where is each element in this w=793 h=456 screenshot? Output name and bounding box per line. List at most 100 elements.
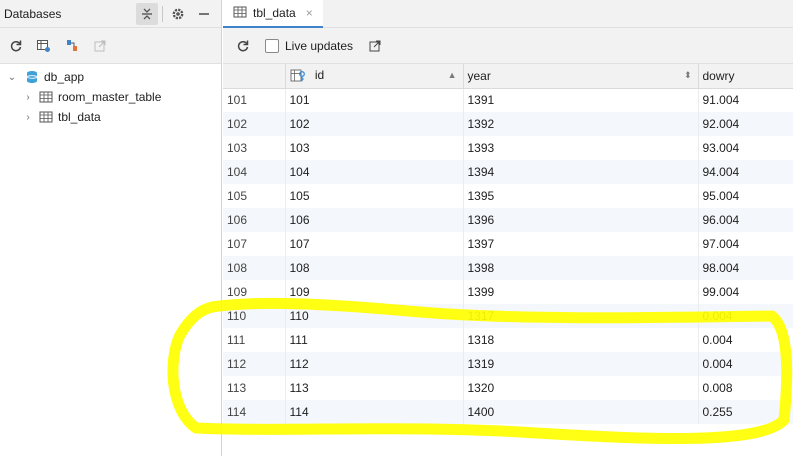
row-number-cell: 108	[223, 256, 286, 280]
cell-dowry[interactable]: 0.008	[698, 376, 793, 400]
table-row[interactable]: 104 104 1394 94.004	[223, 160, 793, 184]
cell-year[interactable]: 1318	[463, 328, 699, 352]
cell-year[interactable]: 1396	[463, 208, 699, 232]
tab-label: tbl_data	[253, 6, 296, 20]
row-number-header	[223, 64, 286, 89]
cell-year[interactable]: 1320	[463, 376, 699, 400]
cell-id[interactable]: 105	[285, 184, 464, 208]
table-row[interactable]: 106 106 1396 96.004	[223, 208, 793, 232]
table-row[interactable]: 105 105 1395 95.004	[223, 184, 793, 208]
cell-id[interactable]: 106	[285, 208, 464, 232]
cell-dowry[interactable]: 92.004	[698, 112, 793, 136]
minimize-icon[interactable]	[193, 3, 215, 25]
close-icon[interactable]: ×	[306, 6, 313, 20]
cell-dowry[interactable]: 94.004	[698, 160, 793, 184]
cell-year[interactable]: 1395	[463, 184, 699, 208]
row-number-cell: 107	[223, 232, 286, 256]
column-header-label: dowry	[702, 68, 735, 83]
table-row[interactable]: 109 109 1399 99.004	[223, 280, 793, 304]
cell-dowry[interactable]: 96.004	[698, 208, 793, 232]
cell-dowry[interactable]: 0.004	[698, 352, 793, 376]
table-row[interactable]: 108 108 1398 98.004	[223, 256, 793, 280]
cell-dowry[interactable]: 0.004	[698, 328, 793, 352]
row-number-cell: 101	[223, 88, 286, 112]
column-header-label: id	[314, 68, 325, 83]
chevron-down-icon[interactable]: ⌄	[6, 71, 18, 83]
chevron-right-icon[interactable]: ›	[22, 91, 34, 103]
refresh-icon[interactable]	[233, 36, 253, 56]
cell-id[interactable]: 107	[285, 232, 464, 256]
chevron-right-icon[interactable]: ›	[22, 111, 34, 123]
column-header-year[interactable]: year ⬍	[463, 64, 699, 89]
cell-id[interactable]: 110	[285, 304, 464, 328]
cell-dowry[interactable]: 98.004	[698, 256, 793, 280]
sort-icon[interactable]: ⬍	[684, 70, 692, 81]
table-row[interactable]: 101 101 1391 91.004	[223, 88, 793, 112]
databases-panel: Databases ⌄ db_app › room_master_table ›…	[0, 0, 222, 456]
cell-year[interactable]: 1400	[463, 400, 699, 424]
cell-year[interactable]: 1319	[463, 352, 699, 376]
refresh-icon[interactable]	[6, 36, 26, 56]
cell-id[interactable]: 113	[285, 376, 464, 400]
databases-toolbar	[0, 28, 221, 64]
table-row[interactable]: 102 102 1392 92.004	[223, 112, 793, 136]
cell-id[interactable]: 104	[285, 160, 464, 184]
cell-year[interactable]: 1394	[463, 160, 699, 184]
tree-item-tbl-data[interactable]: › tbl_data	[0, 107, 221, 127]
row-number-cell: 111	[223, 328, 286, 352]
divider	[162, 6, 163, 22]
table-row[interactable]: 114 114 1400 0.255	[223, 400, 793, 424]
cell-year[interactable]: 1399	[463, 280, 699, 304]
cell-year[interactable]: 1392	[463, 112, 699, 136]
sort-icon[interactable]: ▲	[448, 70, 457, 80]
cell-dowry[interactable]: 0.004	[698, 304, 793, 328]
cell-dowry[interactable]: 95.004	[698, 184, 793, 208]
live-updates-checkbox[interactable]	[265, 38, 279, 53]
tree-item-room-master-table[interactable]: › room_master_table	[0, 87, 221, 107]
cell-dowry[interactable]: 93.004	[698, 136, 793, 160]
table-row[interactable]: 111 111 1318 0.004	[223, 328, 793, 352]
cell-dowry[interactable]: 0.255	[698, 400, 793, 424]
cell-id[interactable]: 112	[285, 352, 464, 376]
table-row[interactable]: 113 113 1320 0.008	[223, 376, 793, 400]
data-grid: id ▲ year ⬍ dowry 101 101 1391 91.004 102 102…	[223, 64, 793, 424]
column-header-id[interactable]: id ▲	[285, 64, 464, 89]
open-external-icon[interactable]	[90, 36, 110, 56]
cell-dowry[interactable]: 99.004	[698, 280, 793, 304]
table-row[interactable]: 110 110 1317 0.004	[223, 304, 793, 328]
editor-tabbar: tbl_data ×	[223, 0, 793, 28]
collapse-all-icon[interactable]	[136, 3, 158, 25]
cell-id[interactable]: 102	[285, 112, 464, 136]
tree-item-db-app[interactable]: ⌄ db_app	[0, 67, 221, 87]
query-table-icon[interactable]	[34, 36, 54, 56]
database-inspector: Databases ⌄ db_app › room_master_table ›…	[0, 0, 793, 456]
cell-year[interactable]: 1397	[463, 232, 699, 256]
tree-item-label: db_app	[44, 70, 85, 84]
table-editor: tbl_data × Live updates id ▲ year ⬍ dowr…	[223, 0, 793, 456]
cell-id[interactable]: 108	[285, 256, 464, 280]
gear-icon[interactable]	[167, 3, 189, 25]
cell-dowry[interactable]: 97.004	[698, 232, 793, 256]
keep-connections-icon[interactable]	[62, 36, 82, 56]
cell-id[interactable]: 111	[285, 328, 464, 352]
cell-id[interactable]: 114	[285, 400, 464, 424]
cell-id[interactable]: 101	[285, 88, 464, 112]
open-external-icon[interactable]	[365, 36, 385, 56]
column-header-label: year	[467, 68, 491, 83]
table-row[interactable]: 107 107 1397 97.004	[223, 232, 793, 256]
column-header-dowry[interactable]: dowry	[698, 64, 793, 89]
cell-id[interactable]: 103	[285, 136, 464, 160]
table-row[interactable]: 103 103 1393 93.004	[223, 136, 793, 160]
cell-year[interactable]: 1393	[463, 136, 699, 160]
live-updates-toggle[interactable]: Live updates	[265, 38, 353, 53]
grid-header-row: id ▲ year ⬍ dowry	[223, 64, 793, 89]
cell-year[interactable]: 1317	[463, 304, 699, 328]
tree-item-label: room_master_table	[58, 90, 162, 104]
cell-dowry[interactable]: 91.004	[698, 88, 793, 112]
cell-year[interactable]: 1391	[463, 88, 699, 112]
cell-id[interactable]: 109	[285, 280, 464, 304]
tab-tbl-data[interactable]: tbl_data ×	[223, 0, 323, 28]
cell-year[interactable]: 1398	[463, 256, 699, 280]
table-row[interactable]: 112 112 1319 0.004	[223, 352, 793, 376]
row-number-cell: 110	[223, 304, 286, 328]
